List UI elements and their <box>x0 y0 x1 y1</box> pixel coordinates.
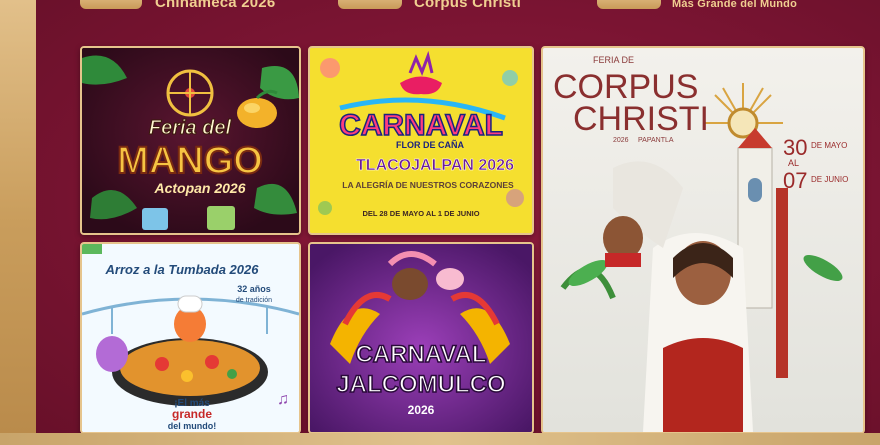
tlacojalpan-poster: CARNAVAL FLOR DE CAÑA TLACOJALPAN 2026 L… <box>310 48 532 233</box>
header-badge-2 <box>338 0 402 9</box>
music-note-icon: ♫ <box>277 391 289 408</box>
arroz-poster: Arroz a la Tumbada 2026 32 años de tradi… <box>82 244 299 432</box>
card-arroz-tumbada[interactable]: Arroz a la Tumbada 2026 32 años de tradi… <box>80 242 301 434</box>
mango-poster: Feria del MANGO Actopan 2026 <box>82 48 299 233</box>
jalcomulco-line1: CARNAVAL <box>355 341 486 368</box>
header-title-1: Chinameca 2026 <box>155 0 276 11</box>
left-gold-strip <box>0 0 36 445</box>
jalcomulco-poster: CARNAVAL JALCOMULCO 2026 <box>310 244 532 432</box>
header-title-2: Corpus Christi <box>414 0 521 11</box>
mango-line1: Feria del <box>149 117 232 139</box>
corpus-date1: 30 <box>783 135 807 160</box>
mango-line3: Actopan 2026 <box>153 180 245 196</box>
header-badge-3 <box>597 0 661 9</box>
mango-line2: MANGO <box>117 140 263 182</box>
card-carnaval-tlacojalpan[interactable]: CARNAVAL FLOR DE CAÑA TLACOJALPAN 2026 L… <box>308 46 534 235</box>
corpus-top: FERIA DE <box>593 55 634 65</box>
card-corpus-christi[interactable]: FERIA DE CORPUS CHRISTI PAPANTLA 2026 30… <box>541 46 865 434</box>
jalcomulco-year: 2026 <box>408 403 435 417</box>
card-feria-mango[interactable]: Feria del MANGO Actopan 2026 <box>80 46 301 235</box>
corpus-year: 2026 <box>613 137 629 144</box>
corpus-date-al: AL <box>788 158 799 168</box>
tlacojalpan-subtitle: FLOR DE CAÑA <box>396 140 464 150</box>
corpus-place: PAPANTLA <box>638 137 674 144</box>
corpus-date2-label: DE JUNIO <box>811 175 848 184</box>
arroz-title: Arroz a la Tumbada 2026 <box>105 262 260 277</box>
jalcomulco-line2: JALCOMULCO <box>336 371 505 398</box>
tlacojalpan-title: CARNAVAL <box>339 109 503 142</box>
arroz-tag3: del mundo! <box>168 421 217 431</box>
arroz-years: 32 años <box>237 284 271 294</box>
tlacojalpan-place: TLACOJALPAN 2026 <box>356 157 514 174</box>
bottom-gold-band <box>0 433 880 445</box>
header-title-3: Más Grande del Mundo <box>672 0 798 10</box>
tlacojalpan-dates: DEL 28 DE MAYO AL 1 DE JUNIO <box>362 209 479 218</box>
corpus-date1-label: DE MAYO <box>811 141 847 150</box>
header-badge-1 <box>80 0 142 9</box>
arroz-tag2: grande <box>172 407 212 421</box>
corpus-date2: 07 <box>783 168 807 193</box>
card-carnaval-jalcomulco[interactable]: CARNAVAL JALCOMULCO 2026 <box>308 242 534 434</box>
corpus-poster: FERIA DE CORPUS CHRISTI PAPANTLA 2026 30… <box>543 48 863 432</box>
corpus-title2: CHRISTI <box>573 100 709 138</box>
tlacojalpan-tagline: LA ALEGRÍA DE NUESTROS CORAZONES <box>342 180 514 190</box>
arroz-years2: de tradición <box>236 297 272 304</box>
